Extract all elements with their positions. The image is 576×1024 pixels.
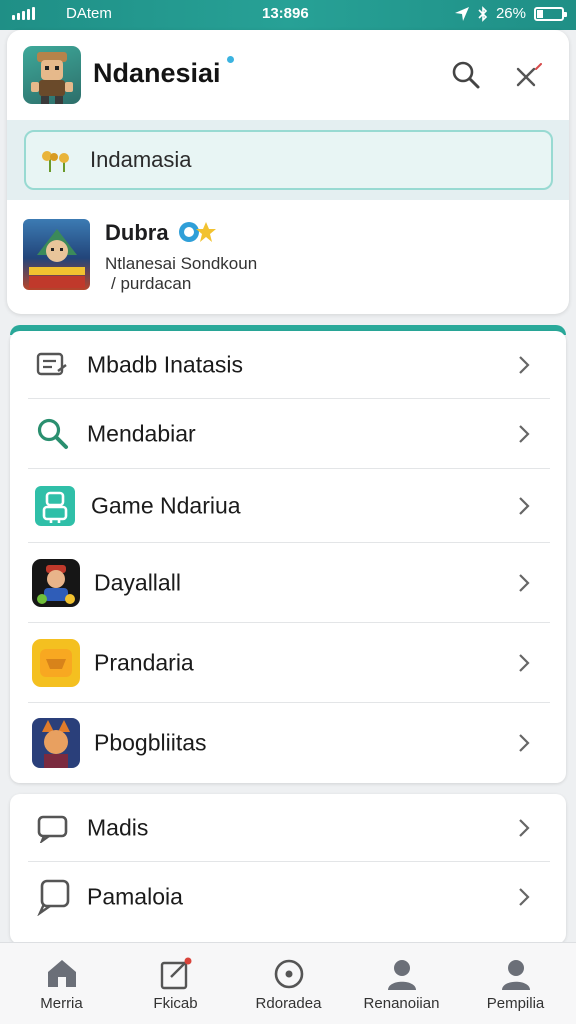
menu-item-label: Mbadb Inatasis [87, 351, 243, 378]
search-button[interactable] [451, 60, 481, 95]
menu-item-label: Prandaria [94, 649, 194, 676]
menu-item-label: Mendabiar [87, 420, 196, 447]
menu-item-5[interactable]: Prandaria [10, 623, 566, 703]
chevron-right-icon [519, 425, 530, 443]
menu-item-3[interactable]: Game Ndariua [10, 469, 566, 543]
bluetooth-icon [478, 5, 488, 22]
menu-item-chat[interactable]: Pamaloia [10, 862, 566, 932]
plant-icon [42, 151, 69, 172]
menu-item-2[interactable]: Mendabiar [10, 399, 566, 469]
message-icon [37, 815, 68, 843]
tab-label: Renanoiian [363, 995, 440, 1012]
battery-icon [534, 6, 567, 21]
signal-icon [12, 6, 35, 20]
close-button[interactable] [515, 63, 543, 94]
chevron-right-icon [519, 734, 530, 752]
search-icon [37, 418, 68, 449]
tab-contacts[interactable]: Renanoiian [344, 943, 459, 1024]
status-bar: DAtem 13:896 26% [0, 0, 576, 30]
chevron-right-icon [519, 819, 530, 837]
battery-percent: 26% [495, 5, 526, 22]
bottom-tab-bar: Merria Fkicab Rdoradea Renanoiian Pempil… [0, 942, 576, 1024]
person-icon [387, 960, 416, 990]
featured-game-subtitle: Ntlanesai Sondkoun [105, 254, 258, 273]
menu-item-6[interactable]: Pbogbliitas [10, 703, 566, 783]
app-header-card: Ndanesiai Indamasia Dubra Ntlanesai Sond… [7, 30, 569, 314]
profile-icon [501, 960, 530, 990]
location-icon [454, 6, 469, 21]
game-character-icon [32, 559, 80, 607]
edit-icon [160, 957, 191, 990]
tab-label: Merria [40, 995, 83, 1012]
home-icon [47, 960, 76, 987]
tab-edit[interactable]: Fkicab [118, 943, 233, 1024]
status-time: 13:896 [262, 5, 309, 22]
robot-icon [35, 486, 75, 526]
document-icon [36, 352, 67, 376]
search-icon [452, 61, 480, 89]
menu-item-label: Game Ndariua [91, 492, 241, 519]
tab-label: Pempilia [486, 995, 545, 1012]
menu-item-label: Pbogbliitas [94, 729, 207, 756]
verified-badge-icon [225, 54, 236, 65]
badge-star-icon [179, 222, 216, 242]
chevron-right-icon [519, 356, 530, 374]
chevron-right-icon [519, 654, 530, 672]
menu-item-label: Dayallall [94, 569, 181, 596]
menu-item-label: Madis [87, 814, 149, 841]
menu-item-1[interactable]: Mbadb Inatasis [10, 331, 566, 399]
search-field[interactable] [24, 130, 553, 190]
yellow-app-icon [32, 639, 80, 687]
chevron-right-icon [519, 497, 530, 515]
featured-game-title[interactable]: Dubra [105, 220, 169, 246]
clock-icon [274, 959, 303, 989]
featured-game-caption: / purdacan [111, 274, 192, 293]
search-input[interactable] [90, 145, 530, 175]
tab-activity[interactable]: Rdoradea [231, 943, 346, 1024]
featured-game-thumbnail[interactable] [23, 219, 90, 290]
carrier-label: DAtem [66, 5, 112, 22]
tab-label: Fkicab [153, 995, 198, 1012]
menu-item-4[interactable]: Dayallall [10, 543, 566, 623]
chat-bubble-icon [37, 879, 70, 916]
tab-label: Rdoradea [255, 995, 322, 1012]
tab-profile[interactable]: Pempilia [458, 943, 573, 1024]
menu-item-messages[interactable]: Madis [10, 794, 566, 862]
fox-character-icon [32, 718, 80, 768]
secondary-menu-list: Madis Pamaloia [10, 794, 566, 944]
close-icon [516, 63, 542, 87]
menu-item-label: Pamaloia [87, 883, 183, 910]
app-avatar[interactable] [23, 46, 81, 104]
chevron-right-icon [519, 574, 530, 592]
app-title: Ndanesiai [93, 58, 221, 88]
tab-home[interactable]: Merria [4, 943, 119, 1024]
menu-list: Mbadb Inatasis Mendabiar Game Ndariua Da… [10, 331, 566, 783]
chevron-right-icon [519, 888, 530, 906]
